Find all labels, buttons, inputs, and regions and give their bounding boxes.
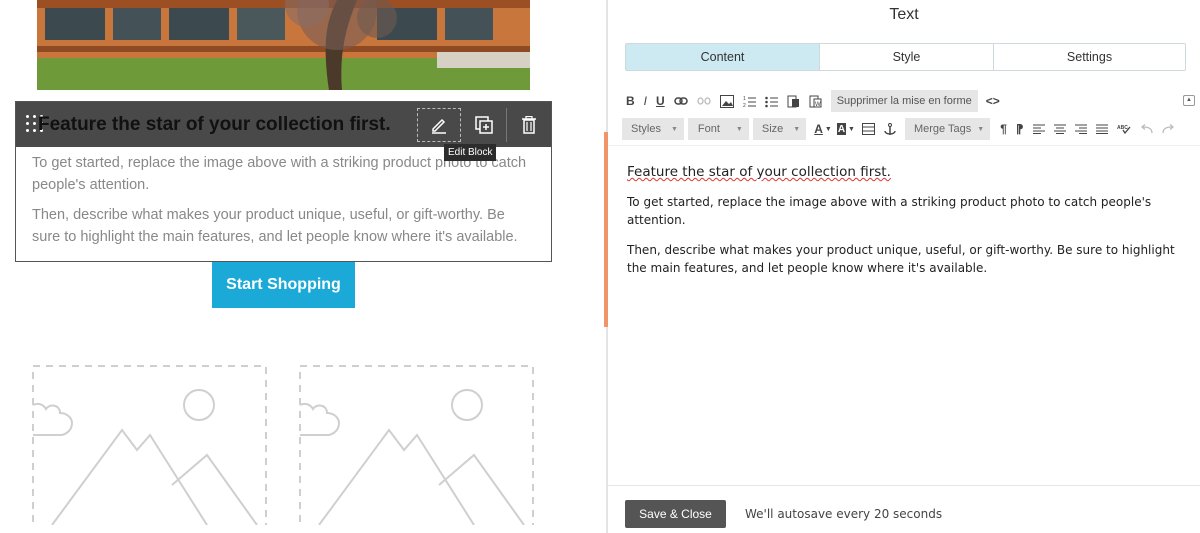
block-heading: Feature the star of your collection firs… xyxy=(38,114,391,135)
editor-paragraph-1[interactable]: To get started, replace the image above … xyxy=(627,193,1187,229)
tram-photo xyxy=(37,0,530,90)
tab-settings[interactable]: Settings xyxy=(994,44,1185,70)
tab-content[interactable]: Content xyxy=(626,44,820,70)
clear-formatting-button[interactable]: Supprimer la mise en forme xyxy=(830,90,978,112)
delete-block-button[interactable] xyxy=(507,108,551,142)
image-placeholder-left[interactable] xyxy=(32,365,267,533)
chevron-down-icon[interactable]: ▼ xyxy=(848,119,855,139)
paste-word-icon[interactable]: W xyxy=(809,91,822,111)
bullet-list-icon[interactable] xyxy=(764,91,778,111)
size-label: Size xyxy=(761,123,784,135)
edit-block-tooltip: Edit Block xyxy=(444,144,497,161)
svg-text:1: 1 xyxy=(743,96,746,102)
pilcrow-ltr-button[interactable]: ¶ xyxy=(1000,119,1007,139)
align-left-icon[interactable] xyxy=(1032,119,1045,139)
edit-block-button[interactable] xyxy=(417,108,461,142)
anchor-icon[interactable] xyxy=(884,119,896,139)
panel-tabs: Content Style Settings xyxy=(625,43,1186,71)
save-close-button[interactable]: Save & Close xyxy=(625,500,726,528)
image-placeholder-icon xyxy=(32,365,267,533)
source-code-button[interactable]: <> xyxy=(986,91,1000,111)
editor-heading[interactable]: Feature the star of your collection firs… xyxy=(627,164,1187,180)
paste-text-icon[interactable] xyxy=(787,91,800,111)
align-right-icon[interactable] xyxy=(1074,119,1087,139)
tab-style[interactable]: Style xyxy=(820,44,994,70)
trash-icon xyxy=(522,116,536,134)
link-icon[interactable] xyxy=(673,91,688,111)
rte-toolbar-row-1: B I U 12 W Supprimer la mise en forme <> xyxy=(626,89,1009,113)
undo-icon[interactable] xyxy=(1140,119,1153,139)
styles-dropdown[interactable]: Styles ▼ xyxy=(622,118,684,140)
collapse-toolbar-icon[interactable]: ▲ xyxy=(1183,95,1195,106)
block-body: To get started, replace the image above … xyxy=(32,152,537,256)
svg-text:ABC: ABC xyxy=(1117,125,1128,131)
unlink-icon[interactable] xyxy=(697,91,711,111)
styles-label: Styles xyxy=(631,123,661,135)
redo-icon[interactable] xyxy=(1161,119,1175,139)
block-toolbar: Feature the star of your collection firs… xyxy=(16,102,551,147)
italic-button[interactable]: I xyxy=(644,91,647,111)
rte-toolbar-row-2: Styles ▼ Font ▼ Size ▼ A ▼ A ▼ Merge Tags ▼ … xyxy=(622,117,1184,141)
pilcrow-rtl-button[interactable]: ⁋ xyxy=(1016,119,1024,139)
autosave-notice: We'll autosave every 20 seconds xyxy=(745,507,943,521)
start-shopping-button[interactable]: Start Shopping xyxy=(212,262,355,308)
text-block[interactable]: Feature the star of your collection firs… xyxy=(15,101,552,262)
editor-content[interactable]: Feature the star of your collection firs… xyxy=(627,164,1187,289)
merge-tags-dropdown[interactable]: Merge Tags ▼ xyxy=(904,118,991,140)
svg-text:2: 2 xyxy=(743,103,746,108)
panel-footer: Save & Close We'll autosave every 20 sec… xyxy=(608,485,1200,533)
email-canvas: Feature the star of your collection firs… xyxy=(0,0,606,533)
table-icon[interactable] xyxy=(861,119,875,139)
spellcheck-icon[interactable]: ABC xyxy=(1117,119,1131,139)
rich-text-editor[interactable]: Feature the star of your collection firs… xyxy=(604,132,1200,327)
align-center-icon[interactable] xyxy=(1053,119,1066,139)
image-icon[interactable] xyxy=(719,91,734,111)
background-color-button[interactable]: A xyxy=(836,123,847,135)
image-placeholder-right[interactable] xyxy=(299,365,534,533)
editor-panel: Text Content Style Settings B I U 12 W S… xyxy=(604,0,1200,533)
chevron-down-icon: ▼ xyxy=(670,125,678,133)
size-dropdown[interactable]: Size ▼ xyxy=(752,118,807,140)
pencil-icon xyxy=(432,118,446,134)
chevron-down-icon: ▼ xyxy=(735,125,743,133)
panel-title: Text xyxy=(889,6,919,23)
duplicate-block-button[interactable] xyxy=(462,108,506,142)
align-justify-icon[interactable] xyxy=(1095,119,1108,139)
hero-image[interactable] xyxy=(37,0,530,90)
font-dropdown[interactable]: Font ▼ xyxy=(687,118,749,140)
editor-paragraph-2[interactable]: Then, describe what makes your product u… xyxy=(627,241,1187,277)
image-placeholder-icon xyxy=(299,365,534,533)
text-color-button[interactable]: A xyxy=(814,119,823,139)
block-paragraph-2: Then, describe what makes your product u… xyxy=(32,207,518,245)
svg-text:W: W xyxy=(815,102,821,108)
duplicate-icon xyxy=(475,116,493,134)
font-label: Font xyxy=(697,123,720,135)
focus-indicator xyxy=(604,132,608,327)
merge-tags-label: Merge Tags xyxy=(913,123,972,135)
chevron-down-icon: ▼ xyxy=(793,125,801,133)
chevron-down-icon[interactable]: ▼ xyxy=(825,119,832,139)
underline-button[interactable]: U xyxy=(656,91,665,111)
bold-button[interactable]: B xyxy=(626,91,635,111)
numbered-list-icon[interactable]: 12 xyxy=(743,91,756,111)
chevron-down-icon: ▼ xyxy=(977,125,985,133)
